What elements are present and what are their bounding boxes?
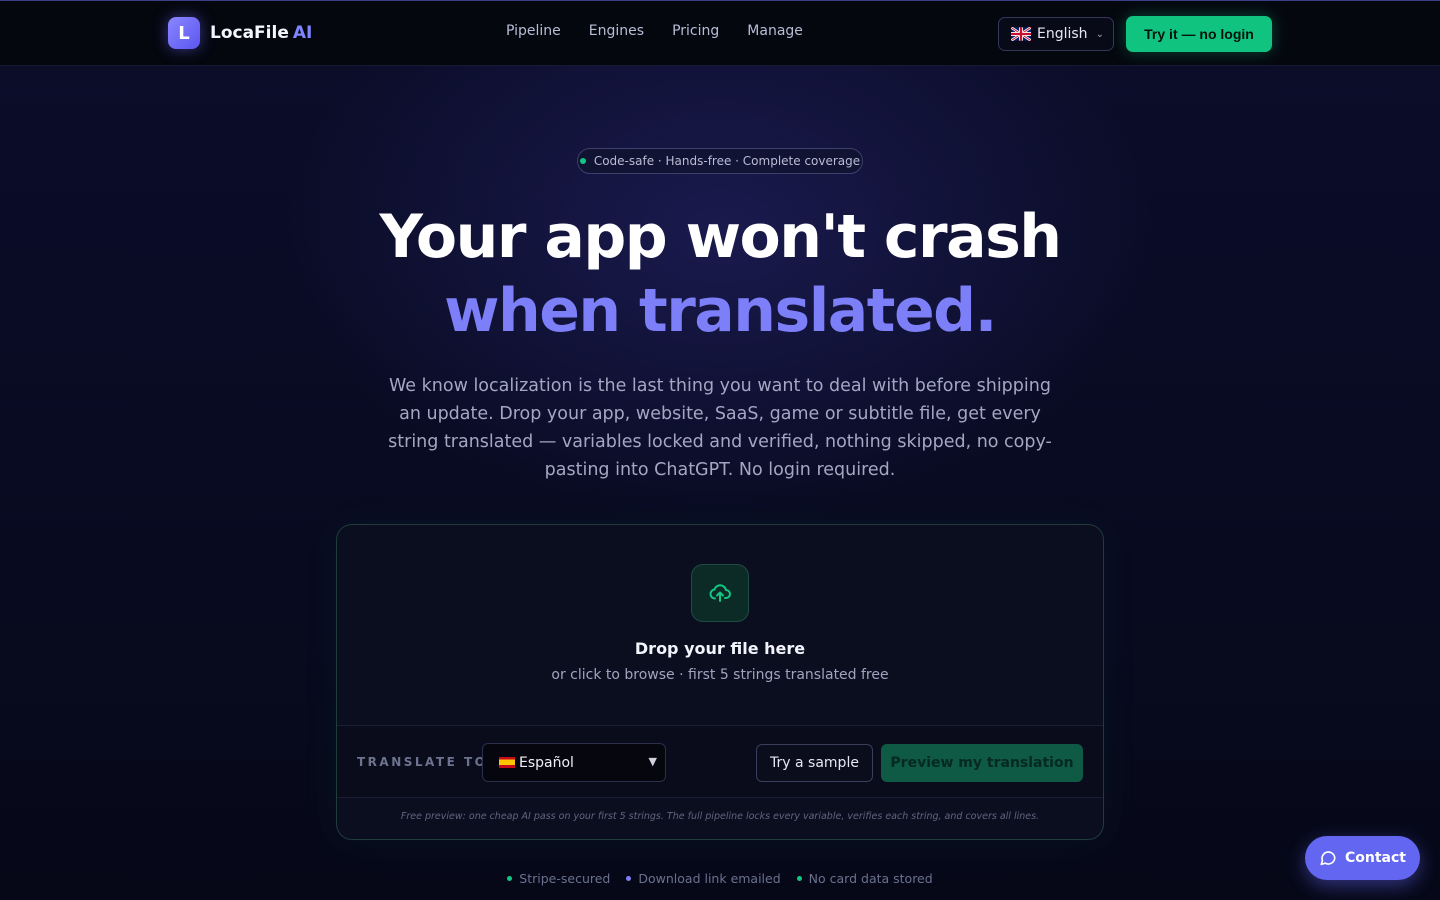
try-sample-button[interactable]: Try a sample bbox=[756, 744, 873, 782]
upload-dropzone-icon-box[interactable] bbox=[691, 564, 749, 622]
brand-name-main: LocaFile bbox=[210, 23, 289, 43]
brand[interactable]: L LocaFile AI bbox=[168, 17, 312, 49]
chat-bubble-icon bbox=[1320, 851, 1336, 866]
uk-flag-icon bbox=[1011, 27, 1031, 41]
upload-card: Drop your file here or click to browse ·… bbox=[336, 524, 1104, 840]
hero-description: We know localization is the last thing y… bbox=[388, 376, 1052, 480]
translate-controls: TRANSLATE TO Español ▼ Try a sample Prev… bbox=[337, 725, 1103, 798]
trust-item-card-data: No card data stored bbox=[796, 871, 933, 886]
hero-title-line2: when translated. bbox=[444, 276, 997, 346]
trust-label: Download link emailed bbox=[638, 871, 781, 886]
nav-link-pricing[interactable]: Pricing bbox=[672, 23, 719, 39]
chevron-down-icon: ⌄ bbox=[1095, 28, 1104, 40]
preview-translation-button[interactable]: Preview my translation bbox=[881, 744, 1083, 782]
trust-item-stripe: Stripe-secured bbox=[507, 871, 610, 886]
logo-icon: L bbox=[168, 17, 200, 49]
trust-dot-icon bbox=[626, 876, 632, 881]
trust-indicators: Stripe-secured Download link emailed No … bbox=[0, 871, 1440, 886]
brand-name-suffix: AI bbox=[292, 23, 313, 43]
nav-link-pipeline[interactable]: Pipeline bbox=[506, 23, 561, 39]
target-language-select[interactable]: Español ▼ bbox=[482, 743, 666, 782]
try-no-login-button[interactable]: Try it — no login bbox=[1126, 16, 1272, 52]
trust-label: No card data stored bbox=[808, 871, 933, 886]
contact-button[interactable]: Contact bbox=[1305, 836, 1420, 880]
translate-to-label: TRANSLATE TO bbox=[357, 755, 488, 769]
cloud-upload-icon bbox=[709, 584, 731, 602]
hero-title-line1: Your app won't crash bbox=[379, 202, 1062, 272]
trust-dot-icon bbox=[796, 876, 802, 881]
language-switcher[interactable]: English ⌄ bbox=[998, 17, 1114, 51]
free-preview-note: Free preview: one cheap AI pass on your … bbox=[400, 811, 1040, 822]
nav-links: Pipeline Engines Pricing Manage bbox=[506, 23, 831, 39]
chevron-down-icon: ▼ bbox=[648, 755, 657, 768]
top-nav: L LocaFile AI Pipeline Engines Pricing Ma… bbox=[0, 0, 1440, 66]
language-label: English bbox=[1037, 26, 1088, 42]
dropzone-title[interactable]: Drop your file here bbox=[337, 639, 1103, 658]
nav-link-engines[interactable]: Engines bbox=[589, 23, 644, 39]
trust-item-download: Download link emailed bbox=[626, 871, 781, 886]
trust-dot-icon bbox=[507, 876, 513, 881]
contact-label: Contact bbox=[1345, 850, 1406, 866]
brand-name: LocaFile AI bbox=[210, 23, 312, 43]
feature-badge: Code-safe · Hands-free · Complete covera… bbox=[577, 148, 863, 174]
badge-dot-icon bbox=[579, 158, 586, 164]
trust-label: Stripe-secured bbox=[519, 871, 611, 886]
spain-flag-icon bbox=[499, 757, 515, 768]
badge-text: Code-safe · Hands-free · Complete covera… bbox=[593, 154, 861, 168]
target-language-value: Español bbox=[519, 754, 574, 771]
dropzone-subtitle: or click to browse · first 5 strings tra… bbox=[551, 667, 889, 683]
nav-link-manage[interactable]: Manage bbox=[747, 23, 803, 39]
